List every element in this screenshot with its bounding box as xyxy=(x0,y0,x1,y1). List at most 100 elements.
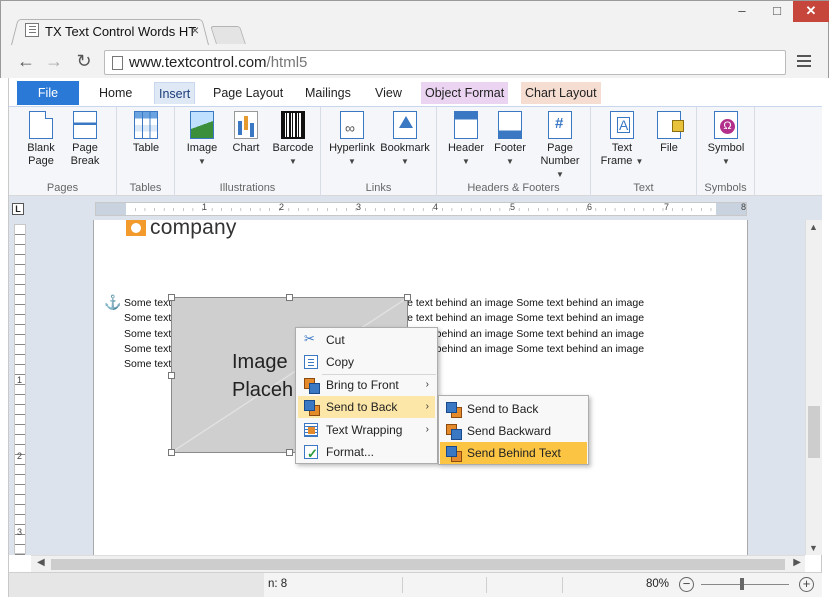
vertical-scroll-thumb[interactable] xyxy=(808,406,820,458)
zoom-out-icon[interactable]: − xyxy=(679,577,694,592)
tab-home[interactable]: Home xyxy=(95,82,136,104)
submenu-item-label: Send to Back xyxy=(467,402,539,416)
resize-handle[interactable] xyxy=(168,449,175,456)
ruler-number: 2 xyxy=(279,202,285,212)
status-left-panel xyxy=(9,573,264,597)
text-frame-button[interactable]: Text Frame ▼ xyxy=(599,111,645,168)
page-break-button[interactable]: Page Break xyxy=(67,111,103,168)
menu-item-send-to-back[interactable]: Send to Back › xyxy=(298,396,435,418)
barcode-button[interactable]: Barcode ▼ xyxy=(271,111,315,168)
footer-button[interactable]: Footer ▼ xyxy=(489,111,531,168)
resize-handle[interactable] xyxy=(168,372,175,379)
bookmark-button[interactable]: Bookmark ▼ xyxy=(379,111,431,168)
tab-object-format[interactable]: Object Format xyxy=(421,82,509,104)
menu-item-copy[interactable]: Copy xyxy=(298,351,435,373)
table-button[interactable]: Table xyxy=(127,111,165,155)
group-illustrations: Image ▼ Chart Barcode ▼ Illustrations xyxy=(175,107,321,197)
horizontal-ruler[interactable]: 1 2 3 4 5 6 7 8 xyxy=(95,202,747,216)
status-divider xyxy=(486,577,487,593)
group-label-tables: Tables xyxy=(129,182,162,194)
window-maximize-button[interactable]: □ xyxy=(761,1,793,22)
page-break-icon xyxy=(73,111,97,139)
forward-arrow-icon[interactable]: → xyxy=(43,50,65,72)
anchor-icon[interactable]: ⚓ xyxy=(104,294,121,311)
blank-page-button[interactable]: Blank Page xyxy=(23,111,59,168)
image-button[interactable]: Image ▼ xyxy=(183,111,221,168)
browser-menu-icon[interactable] xyxy=(797,55,811,67)
ruler-left-margin xyxy=(96,203,126,215)
scroll-left-icon[interactable]: ◀ xyxy=(37,557,45,568)
tab-close-icon[interactable]: × xyxy=(191,22,199,38)
address-bar[interactable]: www.textcontrol.com/html5 xyxy=(104,50,786,75)
tab-stop-selector[interactable]: L xyxy=(12,203,24,215)
ruler-number: 5 xyxy=(510,202,516,212)
tab-mailings[interactable]: Mailings xyxy=(301,82,355,104)
header-button[interactable]: Header ▼ xyxy=(445,111,487,168)
horizontal-scrollbar[interactable]: ◀ ▶ xyxy=(31,555,805,572)
hyperlink-icon xyxy=(340,111,364,139)
window-close-button[interactable]: ✕ xyxy=(793,1,829,22)
submenu-item-send-to-back[interactable]: Send to Back xyxy=(440,398,587,420)
barcode-label: Barcode xyxy=(272,142,314,154)
chart-icon xyxy=(234,111,258,139)
group-links: Hyperlink▼ Bookmark▼ Links xyxy=(321,107,437,197)
ruler-number: 7 xyxy=(664,202,670,212)
copy-icon xyxy=(304,355,318,369)
url-path: /html5 xyxy=(266,54,308,71)
company-logo-mark xyxy=(126,220,146,236)
resize-handle[interactable] xyxy=(286,294,293,301)
submenu-item-send-behind-text[interactable]: Send Behind Text xyxy=(440,442,587,464)
submenu-item-label: Send Behind Text xyxy=(467,446,561,460)
group-symbols: Symbol▼ Symbols xyxy=(697,107,755,197)
footer-icon xyxy=(498,111,522,139)
reload-icon[interactable]: ↻ xyxy=(73,50,95,72)
footer-label: Footer xyxy=(494,142,526,154)
group-label-text: Text xyxy=(633,182,654,194)
menu-item-cut[interactable]: Cut xyxy=(298,328,435,351)
text-frame-label-2: Frame xyxy=(600,155,633,167)
zoom-slider-thumb[interactable] xyxy=(740,578,744,590)
window-minimize-button[interactable]: – xyxy=(725,1,759,22)
ruler-number: 4 xyxy=(433,202,439,212)
tab-chart-layout[interactable]: Chart Layout xyxy=(521,82,601,104)
ruler-number: 8 xyxy=(741,202,747,212)
tab-insert[interactable]: Insert xyxy=(154,82,196,104)
hyperlink-button[interactable]: Hyperlink▼ xyxy=(327,111,377,168)
tab-page-layout[interactable]: Page Layout xyxy=(209,82,287,104)
menu-item-format[interactable]: Format... xyxy=(298,441,435,465)
new-tab-button[interactable] xyxy=(210,26,246,44)
zoom-in-icon[interactable]: + xyxy=(799,577,814,592)
vertical-ruler-track[interactable]: 1 2 3 xyxy=(14,224,26,555)
ruler-ticks xyxy=(126,203,716,215)
url-text[interactable]: www.textcontrol.com/html5 xyxy=(129,54,307,71)
back-arrow-icon[interactable]: ← xyxy=(15,50,37,72)
menu-item-label: Format... xyxy=(326,445,375,459)
horizontal-scroll-thumb[interactable] xyxy=(51,559,785,570)
resize-handle[interactable] xyxy=(404,294,411,301)
table-label: Table xyxy=(132,142,160,154)
menu-item-bring-to-front[interactable]: Bring to Front › xyxy=(298,374,435,396)
tab-title[interactable]: TX Text Control Words HT xyxy=(45,24,196,39)
tab-file[interactable]: File xyxy=(17,81,79,105)
symbol-button[interactable]: Symbol▼ xyxy=(705,111,747,168)
header-label: Header xyxy=(447,142,485,154)
status-divider xyxy=(402,577,403,593)
tab-view[interactable]: View xyxy=(371,82,406,104)
scroll-up-icon[interactable]: ▲ xyxy=(809,222,818,232)
file-button[interactable]: File xyxy=(651,111,687,155)
menu-item-label: Cut xyxy=(326,333,345,347)
zoom-slider-track[interactable] xyxy=(701,584,789,585)
tab-strip: TX Text Control Words HT × – □ ✕ xyxy=(1,1,829,45)
status-bar: n: 8 80% − + xyxy=(9,572,822,597)
submenu-item-send-backward[interactable]: Send Backward xyxy=(440,420,587,442)
menu-item-text-wrapping[interactable]: Text Wrapping › xyxy=(298,419,435,441)
vertical-scrollbar[interactable]: ▲ ▼ xyxy=(805,220,822,555)
resize-handle[interactable] xyxy=(286,449,293,456)
chart-button[interactable]: Chart xyxy=(227,111,265,155)
resize-handle[interactable] xyxy=(168,294,175,301)
text-frame-icon xyxy=(610,111,634,139)
page-number-button[interactable]: Page Number ▼ xyxy=(535,111,585,181)
bring-to-front-icon xyxy=(304,378,320,394)
scroll-down-icon[interactable]: ▼ xyxy=(809,543,818,553)
scroll-right-icon[interactable]: ▶ xyxy=(793,557,801,568)
